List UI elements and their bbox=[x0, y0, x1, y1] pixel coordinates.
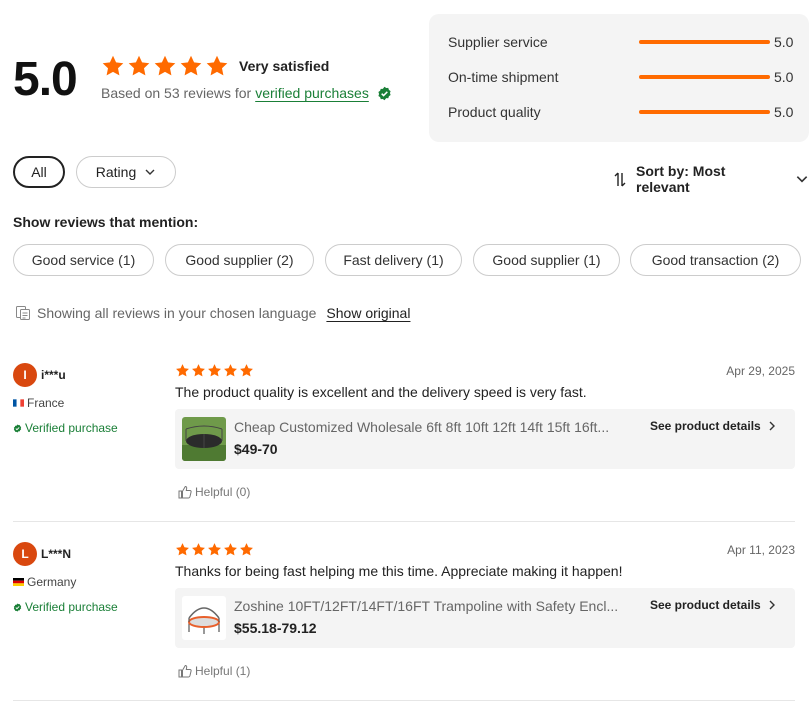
star-icon bbox=[223, 363, 238, 378]
product-name: Cheap Customized Wholesale 6ft 8ft 10ft … bbox=[234, 419, 610, 435]
see-product-details-link[interactable]: See product details bbox=[650, 598, 778, 612]
reviewer-country: France bbox=[13, 396, 64, 410]
metric-label: Product quality bbox=[448, 104, 541, 120]
metric-value: 5.0 bbox=[774, 34, 794, 50]
star-icon bbox=[223, 542, 238, 557]
verified-text: Verified purchase bbox=[25, 421, 118, 435]
helpful-button[interactable]: Helpful (1) bbox=[178, 664, 250, 678]
star-icon bbox=[127, 54, 151, 78]
language-note-text: Showing all reviews in your chosen langu… bbox=[37, 305, 317, 321]
metric-bar bbox=[639, 75, 770, 79]
mention-tag[interactable]: Good supplier (1) bbox=[473, 244, 620, 276]
avatar: L bbox=[13, 542, 37, 566]
rating-breakdown-panel: Supplier service 5.0 On-time shipment 5.… bbox=[429, 14, 809, 142]
country-name: France bbox=[27, 396, 65, 410]
flag-france-icon bbox=[13, 399, 24, 407]
product-thumbnail bbox=[182, 596, 226, 640]
rating-dropdown-label: Rating bbox=[95, 164, 137, 180]
metric-bar bbox=[639, 110, 770, 114]
star-icon bbox=[207, 363, 222, 378]
star-icon bbox=[175, 542, 190, 557]
chevron-right-icon bbox=[766, 599, 778, 611]
translate-icon bbox=[16, 306, 30, 320]
sort-icon bbox=[614, 172, 626, 186]
product-card[interactable]: Cheap Customized Wholesale 6ft 8ft 10ft … bbox=[175, 409, 795, 469]
thumbs-up-icon bbox=[178, 485, 192, 499]
review-stars bbox=[175, 542, 254, 557]
verified-purchases-link[interactable]: verified purchases bbox=[255, 85, 369, 101]
overall-stars: Very satisfied bbox=[101, 54, 329, 78]
review-date: Apr 29, 2025 bbox=[726, 364, 795, 378]
mention-tag[interactable]: Good service (1) bbox=[13, 244, 154, 276]
metric-product-quality: Product quality 5.0 bbox=[448, 104, 798, 120]
chevron-down-icon bbox=[144, 166, 156, 178]
star-icon bbox=[191, 363, 206, 378]
chevron-down-icon bbox=[795, 172, 809, 186]
star-icon bbox=[101, 54, 125, 78]
star-icon bbox=[205, 54, 229, 78]
country-name: Germany bbox=[27, 575, 77, 589]
star-icon bbox=[179, 54, 203, 78]
metric-label: Supplier service bbox=[448, 34, 548, 50]
verified-badge-icon bbox=[377, 86, 392, 101]
product-thumbnail bbox=[182, 417, 226, 461]
based-on-text: Based on 53 reviews for bbox=[101, 85, 252, 101]
verified-purchase-badge: Verified purchase bbox=[13, 421, 118, 435]
review-divider bbox=[13, 521, 795, 522]
see-product-details-label: See product details bbox=[650, 598, 761, 612]
thumbs-up-icon bbox=[178, 664, 192, 678]
avatar: I bbox=[13, 363, 37, 387]
review-stars bbox=[175, 363, 254, 378]
review-text: The product quality is excellent and the… bbox=[175, 384, 587, 400]
show-original-link[interactable]: Show original bbox=[326, 305, 410, 321]
star-icon bbox=[239, 363, 254, 378]
star-icon bbox=[153, 54, 177, 78]
reviewer-country: Germany bbox=[13, 575, 76, 589]
helpful-button[interactable]: Helpful (0) bbox=[178, 485, 250, 499]
language-note: Showing all reviews in your chosen langu… bbox=[15, 305, 410, 321]
verified-badge-icon bbox=[13, 424, 22, 433]
review-text: Thanks for being fast helping me this ti… bbox=[175, 563, 623, 579]
chevron-right-icon bbox=[766, 420, 778, 432]
product-price: $49-70 bbox=[234, 441, 278, 457]
mentions-title: Show reviews that mention: bbox=[13, 214, 199, 230]
see-product-details-link[interactable]: See product details bbox=[650, 419, 778, 433]
mention-tag[interactable]: Good transaction (2) bbox=[630, 244, 801, 276]
helpful-count: Helpful (0) bbox=[195, 485, 251, 499]
star-icon bbox=[207, 542, 222, 557]
star-icon bbox=[191, 542, 206, 557]
see-product-details-label: See product details bbox=[650, 419, 761, 433]
sort-dropdown[interactable]: Sort by: Most relevant bbox=[613, 163, 809, 195]
product-price: $55.18-79.12 bbox=[234, 620, 317, 636]
sort-label: Sort by: Most relevant bbox=[636, 163, 726, 195]
star-icon bbox=[239, 542, 254, 557]
metric-supplier-service: Supplier service 5.0 bbox=[448, 34, 798, 50]
verified-text: Verified purchase bbox=[25, 600, 118, 614]
rating-dropdown[interactable]: Rating bbox=[76, 156, 176, 188]
mention-tag[interactable]: Good supplier (2) bbox=[165, 244, 314, 276]
review-count-line: Based on 53 reviews for verified purchas… bbox=[101, 85, 392, 101]
metric-value: 5.0 bbox=[774, 69, 794, 85]
satisfaction-label: Very satisfied bbox=[239, 58, 330, 74]
mention-tag[interactable]: Fast delivery (1) bbox=[325, 244, 462, 276]
overall-score: 5.0 bbox=[13, 53, 78, 106]
metric-on-time-shipment: On-time shipment 5.0 bbox=[448, 69, 798, 85]
product-card[interactable]: Zoshine 10FT/12FT/14FT/16FT Trampoline w… bbox=[175, 588, 795, 648]
filter-all-button[interactable]: All bbox=[13, 156, 65, 188]
metric-value: 5.0 bbox=[774, 104, 794, 120]
star-icon bbox=[175, 363, 190, 378]
review-date: Apr 11, 2023 bbox=[727, 543, 795, 557]
reviewer-name: i***u bbox=[41, 368, 66, 382]
verified-purchase-badge: Verified purchase bbox=[13, 600, 118, 614]
helpful-count: Helpful (1) bbox=[195, 664, 251, 678]
flag-germany-icon bbox=[13, 578, 24, 586]
product-name: Zoshine 10FT/12FT/14FT/16FT Trampoline w… bbox=[234, 598, 619, 614]
metric-label: On-time shipment bbox=[448, 69, 559, 85]
verified-badge-icon bbox=[13, 603, 22, 612]
reviewer-name: L***N bbox=[41, 547, 72, 561]
metric-bar bbox=[639, 40, 770, 44]
